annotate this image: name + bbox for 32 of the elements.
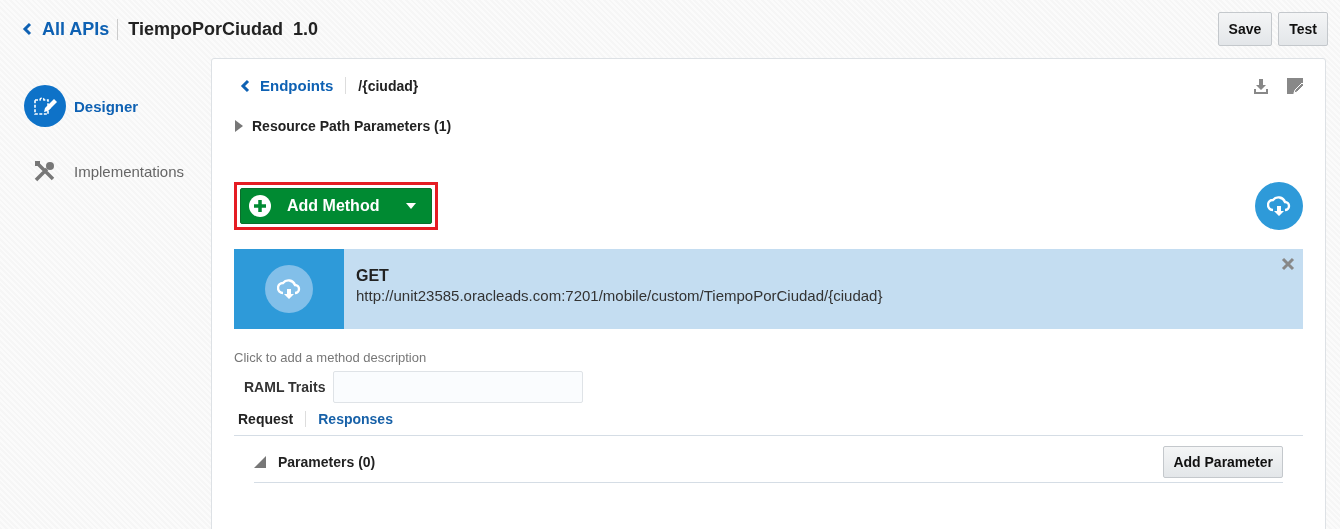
api-title: TiempoPorCiudad 1.0 bbox=[128, 18, 319, 40]
section-toggle[interactable]: Parameters (0) bbox=[254, 454, 376, 470]
cloud-download-icon bbox=[277, 278, 301, 300]
back-link[interactable]: Endpoints bbox=[234, 77, 347, 94]
back-link[interactable]: All APIs bbox=[22, 18, 119, 40]
download-icon[interactable] bbox=[1253, 77, 1269, 94]
field-label: RAML Traits bbox=[244, 379, 326, 395]
plus-circle-icon bbox=[249, 195, 271, 217]
tools-icon bbox=[33, 159, 57, 183]
caret-icon bbox=[405, 202, 418, 210]
section-toggle[interactable]: Resource Path Parameters (1) bbox=[234, 118, 452, 134]
chevron-left-icon bbox=[22, 22, 32, 36]
cloud-download-button[interactable] bbox=[1255, 182, 1303, 230]
input-field[interactable] bbox=[333, 371, 584, 403]
toolbar-button[interactable]: Test bbox=[1278, 12, 1328, 46]
method-verb: GET bbox=[356, 267, 390, 285]
triangle-icon bbox=[234, 119, 244, 133]
close-icon[interactable] bbox=[1281, 257, 1295, 271]
add-parameter-button[interactable]: Add Parameter bbox=[1163, 446, 1283, 478]
description-placeholder[interactable]: Click to add a method description bbox=[234, 350, 1303, 365]
sidebar-item[interactable]: Designer bbox=[0, 84, 139, 128]
chevron-left-icon bbox=[240, 78, 250, 93]
tab[interactable]: Request bbox=[238, 411, 306, 427]
tab[interactable]: Responses bbox=[305, 411, 405, 427]
edit-icon[interactable] bbox=[1287, 77, 1303, 94]
method-url: http://unit23585.oracleads.com:7201/mobile/custom/TiempoPorCiudad/{ciudad} bbox=[356, 287, 883, 304]
toolbar-button[interactable]: Save bbox=[1217, 12, 1273, 46]
sidebar-item[interactable]: Implementations bbox=[0, 149, 185, 193]
endpoint-path: /{ciudad} bbox=[358, 77, 419, 94]
add-method-button[interactable]: Add Method bbox=[240, 188, 433, 224]
cloud-download-icon bbox=[1267, 195, 1291, 217]
triangle-icon bbox=[254, 456, 266, 468]
